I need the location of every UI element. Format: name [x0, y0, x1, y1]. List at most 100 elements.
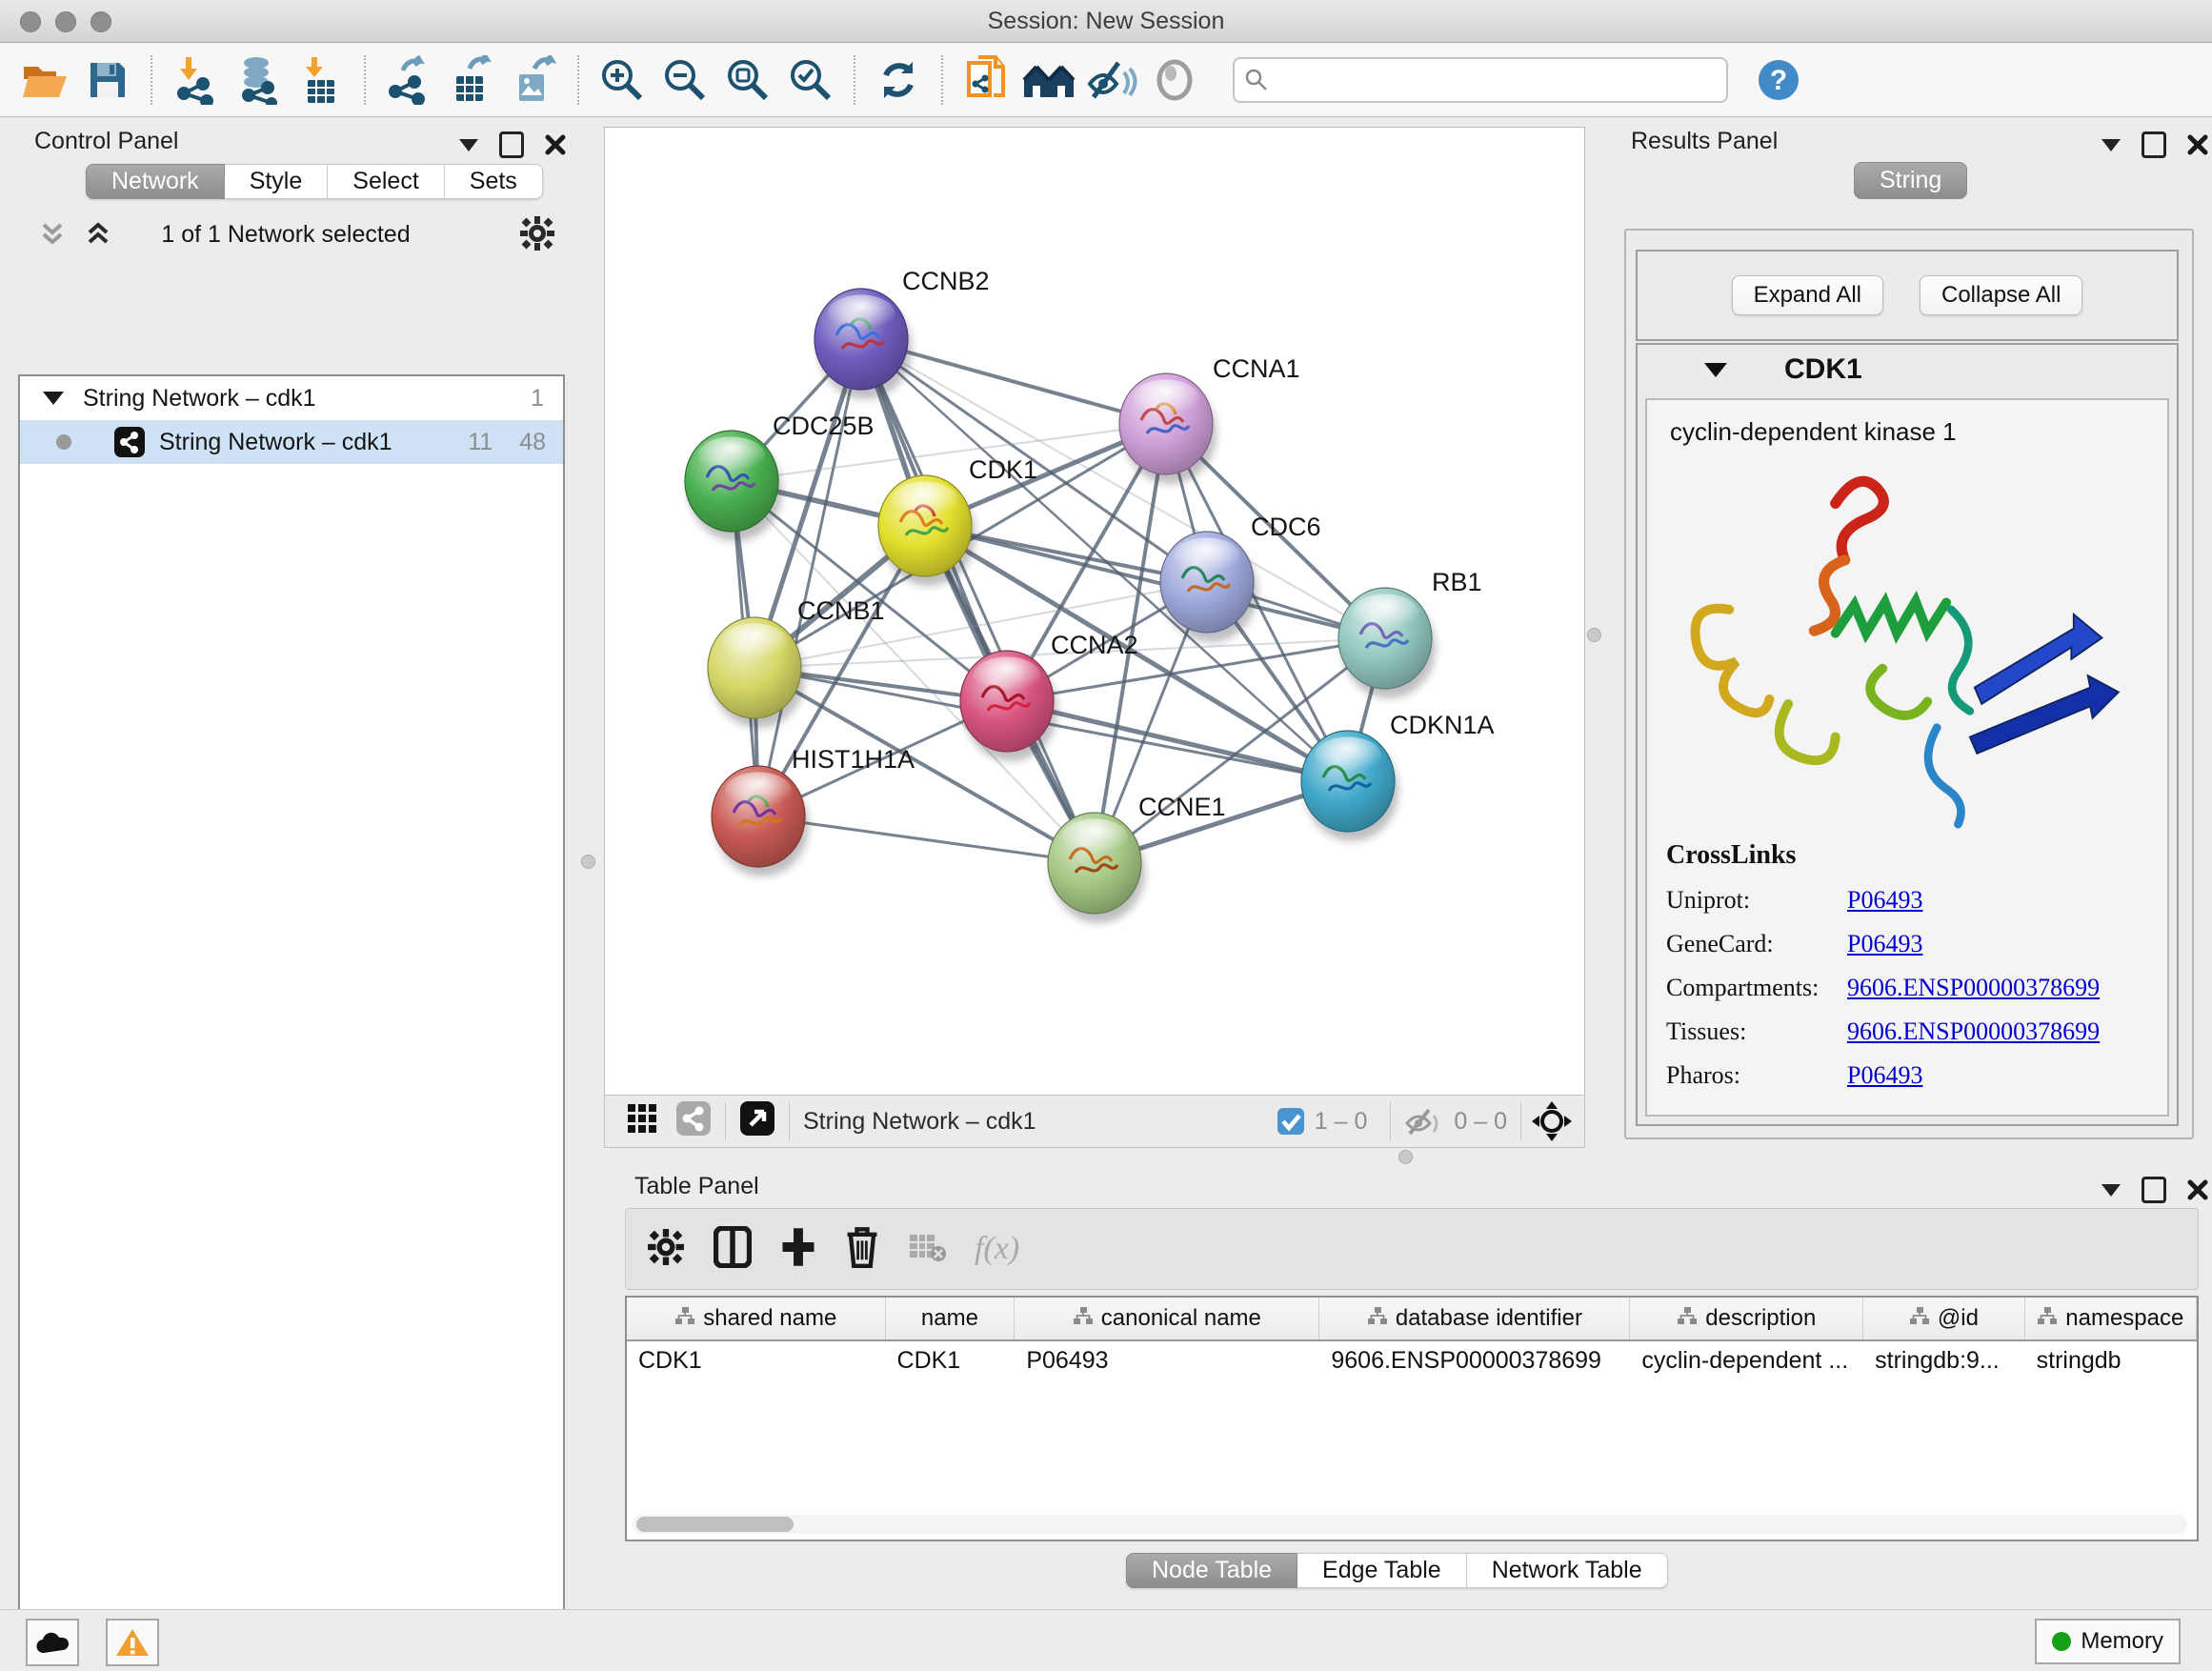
first-neighbors-button[interactable] — [1021, 52, 1076, 108]
network-graph[interactable]: CCNB2CCNA1CDC25BCDK1CDC6RB1CCNB1CCNA2CDK… — [605, 128, 1584, 1095]
zoom-out-button[interactable] — [657, 52, 713, 108]
results-panel-collapse-icon[interactable] — [2101, 139, 2121, 151]
crosslink-link[interactable]: 9606.ENSP00000378699 — [1847, 1017, 2100, 1046]
delete-column-button[interactable] — [845, 1226, 879, 1273]
left-splitter-handle[interactable] — [581, 855, 595, 869]
crosslink-link[interactable]: P06493 — [1847, 1061, 1922, 1090]
collapse-all-icon[interactable] — [38, 219, 67, 252]
node-CCNB2[interactable]: CCNB2 — [814, 267, 990, 399]
node-CCNE1[interactable]: CCNE1 — [1048, 793, 1226, 923]
import-database-button[interactable] — [231, 52, 286, 108]
export-image-button[interactable] — [507, 52, 562, 108]
column-header-database-identifier[interactable]: database identifier — [1319, 1298, 1630, 1339]
column-header--id[interactable]: @id — [1863, 1298, 2024, 1339]
search-input[interactable] — [1277, 66, 1717, 94]
cloud-status-button[interactable] — [26, 1619, 79, 1666]
memory-button[interactable]: Memory — [2035, 1619, 2181, 1664]
tab-style[interactable]: Style — [225, 164, 329, 199]
scrollbar-thumb[interactable] — [636, 1517, 794, 1532]
network-style-button[interactable] — [675, 1100, 712, 1143]
result-entry-header[interactable]: CDK1 — [1638, 345, 2177, 394]
refresh-button[interactable] — [871, 52, 926, 108]
zoom-fit-button[interactable] — [720, 52, 775, 108]
cell-description[interactable]: cyclin-dependent ... — [1630, 1341, 1863, 1381]
table-panel-collapse-icon[interactable] — [2101, 1184, 2121, 1197]
control-panel-collapse-icon[interactable] — [459, 139, 478, 151]
tab-sets[interactable]: Sets — [445, 164, 543, 199]
results-tab-string[interactable]: String — [1854, 162, 1967, 199]
node-CDKN1A[interactable]: CDKN1A — [1301, 711, 1495, 841]
export-network-button[interactable] — [381, 52, 436, 108]
network-row-label: String Network – cdk1 — [159, 429, 392, 456]
crosslink-label: GeneCard: — [1666, 930, 1847, 958]
zoom-in-button[interactable] — [594, 52, 650, 108]
network-canvas[interactable]: CCNB2CCNA1CDC25BCDK1CDC6RB1CCNB1CCNA2CDK… — [604, 127, 1585, 1096]
table-row[interactable]: CDK1CDK1P064939606.ENSP00000378699cyclin… — [627, 1341, 2197, 1381]
results-panel-body: Expand All Collapse All CDK1 cyclin-depe… — [1624, 229, 2194, 1139]
warnings-button[interactable] — [106, 1619, 159, 1666]
grid-view-button[interactable] — [626, 1102, 658, 1141]
tab-network[interactable]: Network — [86, 164, 225, 199]
hide-selected-button[interactable] — [1084, 52, 1139, 108]
birdseye-crosshair-icon[interactable] — [1531, 1100, 1573, 1142]
table-panel-close-icon[interactable] — [2187, 1179, 2208, 1200]
help-button[interactable]: ? — [1751, 52, 1806, 108]
search-box[interactable] — [1233, 57, 1728, 103]
export-table-button[interactable] — [444, 52, 499, 108]
column-header-namespace[interactable]: namespace — [2025, 1298, 2197, 1339]
collapse-all-button[interactable]: Collapse All — [1920, 275, 2082, 315]
node-RB1[interactable]: RB1 — [1338, 568, 1482, 698]
column-header-description[interactable]: description — [1630, 1298, 1863, 1339]
network-options-gear-button[interactable] — [519, 215, 555, 256]
tab-network-table[interactable]: Network Table — [1467, 1553, 1668, 1588]
control-panel-float-icon[interactable] — [499, 131, 524, 158]
results-panel-close-icon[interactable] — [2187, 134, 2208, 155]
tab-node-table[interactable]: Node Table — [1126, 1553, 1297, 1588]
node-CDK1[interactable]: CDK1 — [878, 455, 1037, 586]
node-CDC25B[interactable]: CDC25B — [685, 412, 875, 541]
open-file-button[interactable] — [17, 52, 72, 108]
expand-all-button[interactable]: Expand All — [1732, 275, 1883, 315]
columns-icon — [714, 1226, 752, 1268]
results-panel-float-icon[interactable] — [2142, 131, 2166, 158]
table-settings-button[interactable] — [647, 1228, 685, 1271]
add-column-button[interactable] — [780, 1226, 816, 1273]
table-panel-float-icon[interactable] — [2142, 1177, 2166, 1203]
cell--id[interactable]: stringdb:9... — [1863, 1341, 2025, 1381]
cell-name[interactable]: CDK1 — [886, 1341, 1016, 1381]
save-session-button[interactable] — [80, 52, 135, 108]
cell-namespace[interactable]: stringdb — [2025, 1341, 2197, 1381]
cell-canonical-name[interactable]: P06493 — [1015, 1341, 1319, 1381]
show-columns-button[interactable] — [714, 1226, 752, 1273]
crosslink-link[interactable]: 9606.ENSP00000378699 — [1847, 974, 2100, 1002]
expand-all-icon[interactable] — [84, 219, 112, 252]
detach-view-button[interactable] — [739, 1100, 775, 1143]
zoom-fit-icon — [724, 56, 772, 104]
status-separator — [725, 1102, 726, 1140]
crosslink-link[interactable]: P06493 — [1847, 930, 1922, 958]
column-header-canonical-name[interactable]: canonical name — [1015, 1298, 1319, 1339]
selected-checkbox-icon[interactable] — [1277, 1107, 1305, 1136]
cell-database-identifier[interactable]: 9606.ENSP00000378699 — [1319, 1341, 1630, 1381]
import-table-button[interactable] — [293, 52, 349, 108]
zoom-selected-button[interactable] — [783, 52, 838, 108]
tab-select[interactable]: Select — [328, 164, 444, 199]
table-horizontal-scrollbar[interactable] — [633, 1515, 2187, 1534]
column-header-name[interactable]: name — [886, 1298, 1016, 1339]
control-panel-close-icon[interactable] — [545, 134, 566, 155]
column-header-shared-name[interactable]: shared name — [627, 1298, 886, 1339]
network-collection-row[interactable]: String Network – cdk1 1 — [20, 376, 563, 420]
entry-expander-icon[interactable] — [1704, 363, 1727, 377]
new-network-from-selection-button[interactable] — [958, 52, 1014, 108]
cell-shared-name[interactable]: CDK1 — [627, 1341, 886, 1381]
result-entry: CDK1 cyclin-dependent kinase 1 — [1636, 343, 2179, 1126]
hidden-eye-icon[interactable] — [1404, 1106, 1442, 1137]
node-HIST1H1A[interactable]: HIST1H1A — [712, 745, 915, 876]
import-network-button[interactable] — [168, 52, 223, 108]
tab-edge-table[interactable]: Edge Table — [1297, 1553, 1467, 1588]
network-row-selected[interactable]: String Network – cdk1 11 48 — [20, 420, 563, 464]
node-CDC6[interactable]: CDC6 — [1160, 513, 1321, 642]
tree-expander-icon[interactable] — [43, 392, 64, 405]
bottom-splitter-handle[interactable] — [1398, 1150, 1413, 1164]
crosslink-link[interactable]: P06493 — [1847, 886, 1922, 915]
